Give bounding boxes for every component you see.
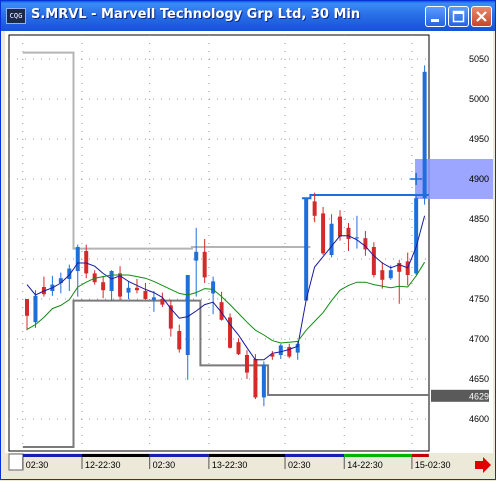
title-bar[interactable]: CQG S.MRVL - Marvell Technology Grp Ltd,… (1, 1, 495, 31)
maximize-icon (452, 10, 465, 23)
x-tick-label: 02:30 (26, 460, 49, 470)
close-button[interactable] (471, 6, 492, 27)
candle-body (194, 251, 199, 261)
session-bar-segment (344, 454, 412, 457)
candle-body (236, 342, 241, 355)
close-icon (476, 11, 487, 22)
candle-body (75, 247, 80, 271)
y-tick-label: 5000 (469, 94, 489, 104)
session-bar-segment (81, 454, 150, 457)
session-bar-segment (22, 454, 82, 457)
x-tick-label: 13-22:30 (212, 460, 248, 470)
x-tick-label: 15-02:30 (415, 460, 451, 470)
candle-body (244, 355, 249, 373)
candle-body (109, 271, 114, 291)
y-tick-label: 5050 (469, 54, 489, 64)
minimize-icon (431, 19, 439, 22)
candle-body (126, 287, 131, 293)
y-tick-label: 4700 (469, 334, 489, 344)
candle-body (304, 198, 309, 301)
minimize-button[interactable] (425, 6, 446, 27)
candle-body (185, 275, 190, 355)
maximize-button[interactable] (448, 6, 469, 27)
candle-body (177, 331, 182, 350)
window-title: S.MRVL - Marvell Technology Grp Ltd, 30 … (31, 7, 361, 22)
candle-body (380, 270, 385, 280)
candle-body (312, 201, 317, 216)
candle-body (151, 297, 156, 300)
candle-body (329, 223, 334, 255)
current-price-label: 4629 (469, 391, 489, 401)
y-tick-label: 4800 (469, 254, 489, 264)
candle-body (84, 251, 89, 274)
session-bar-segment (285, 454, 345, 457)
candle-body (354, 237, 359, 239)
candle-body (134, 287, 139, 291)
candle-body (25, 299, 29, 316)
y-tick-label: 4650 (469, 374, 489, 384)
y-tick-label: 4850 (469, 214, 489, 224)
session-bar-segment (149, 454, 209, 457)
chart-area[interactable]: 5050 5000 4950 4900 4850 4800 4750 4700 4650 4600… (5, 31, 493, 477)
session-bar-segment (411, 454, 429, 457)
x-tick-label: 02:30 (288, 460, 311, 470)
cursor-price-label: 4900 (469, 174, 489, 184)
session-bar-segment (208, 454, 286, 457)
candle-body (253, 359, 258, 398)
price-chart[interactable]: 5050 5000 4950 4900 4850 4800 4750 4700 4650 4600… (5, 31, 493, 477)
candle-body (143, 291, 148, 299)
x-tick-label: 12-22:30 (85, 460, 121, 470)
x-tick-label: 02:30 (153, 460, 176, 470)
x-tick-label: 14-22:30 (347, 460, 383, 470)
candle-body (414, 198, 419, 274)
candle-body (338, 216, 343, 237)
y-tick-label: 4750 (469, 294, 489, 304)
candle-body (33, 295, 38, 323)
candle-body (278, 345, 283, 355)
candle-body (321, 213, 326, 254)
y-tick-label: 4950 (469, 134, 489, 144)
app-icon[interactable]: CQG (6, 8, 26, 24)
candle-body (211, 281, 216, 294)
y-tick-label: 4600 (469, 414, 489, 424)
candle-body (202, 251, 207, 278)
scroll-thumb[interactable] (8, 453, 24, 471)
candle-body (346, 227, 351, 239)
candle-body (261, 364, 266, 398)
candle-body (388, 270, 393, 279)
candle-body (422, 71, 427, 199)
chart-window: CQG S.MRVL - Marvell Technology Grp Ltd,… (0, 0, 496, 480)
candle-body (101, 282, 106, 291)
candle-body (371, 247, 376, 275)
